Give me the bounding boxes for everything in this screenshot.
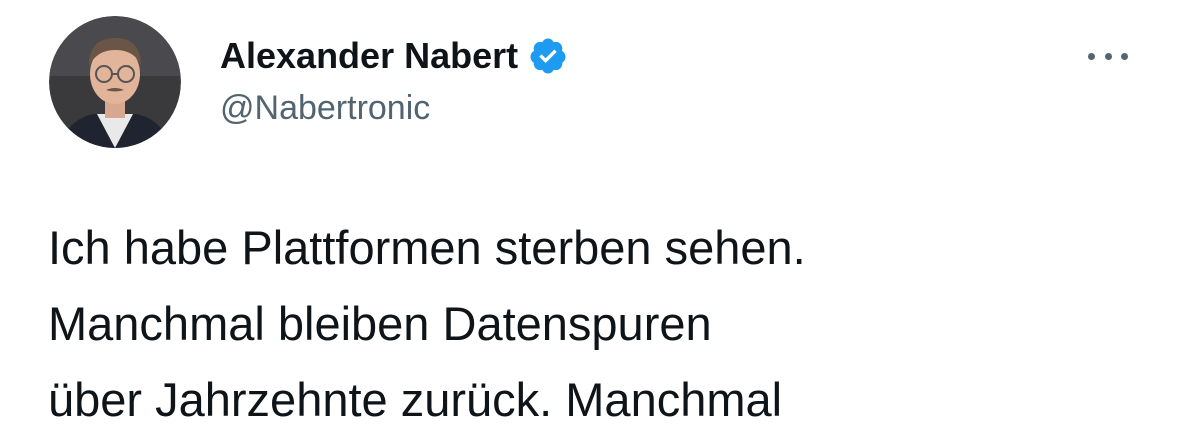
author-display-name[interactable]: Alexander Nabert (220, 32, 518, 80)
tweet-text-line: Manchmal bleiben Datenspuren (48, 297, 712, 350)
author-handle[interactable]: @Nabertronic (220, 86, 430, 130)
more-dot (1121, 52, 1128, 60)
profile-photo (49, 16, 181, 148)
author-name-row: Alexander Nabert (220, 32, 568, 80)
more-dot (1088, 52, 1095, 60)
avatar[interactable] (49, 16, 181, 148)
more-options-icon[interactable] (1088, 44, 1128, 68)
tweet-text-line: über Jahrzehnte zurück. Manchmal (48, 373, 783, 426)
more-dot (1104, 52, 1112, 60)
verified-badge-icon (528, 36, 568, 76)
tweet-text: Ich habe Plattformen sterben sehen. Manc… (48, 210, 1158, 438)
tweet-card: Alexander Nabert @Nabertronic Ich habe P… (0, 0, 1179, 448)
tweet-text-line: Ich habe Plattformen sterben sehen. (48, 221, 806, 274)
